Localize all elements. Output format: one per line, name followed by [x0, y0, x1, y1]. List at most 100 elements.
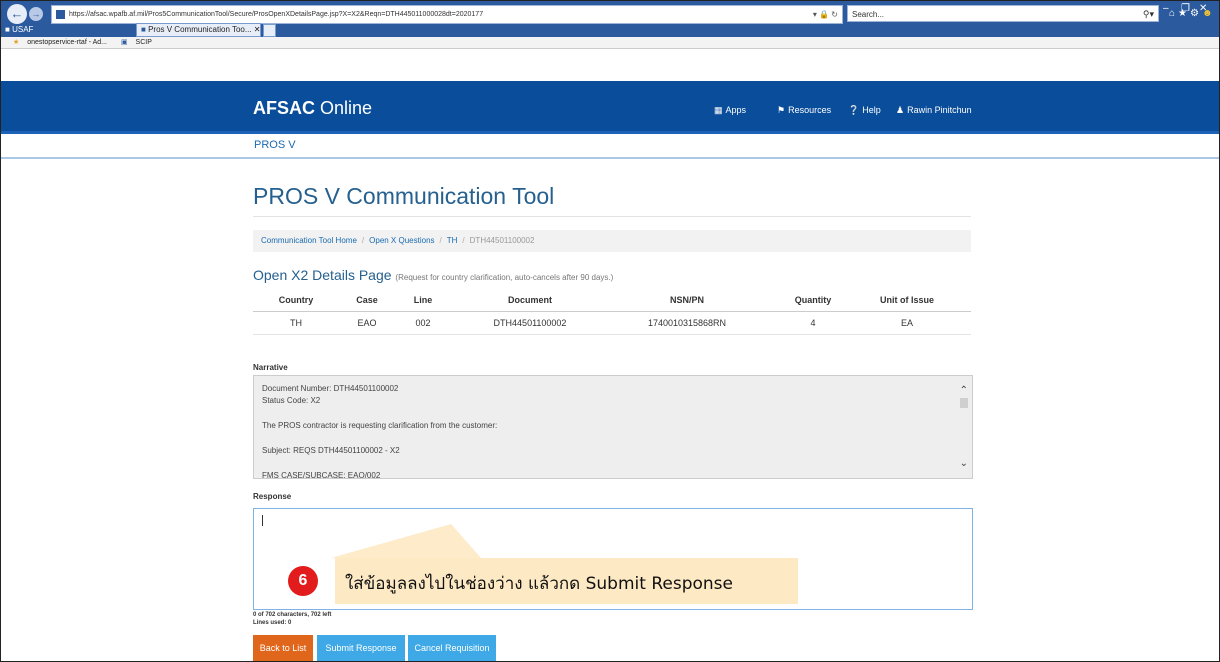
- callout-text: ใส่ข้อมูลลงไปในช่องว่าง แล้วกด Submit Re…: [345, 574, 733, 594]
- cell-nsn: 1740010315868RN: [647, 318, 727, 328]
- col-nsn: NSN/PN: [669, 295, 705, 305]
- cell-document: DTH44501100002: [493, 318, 567, 328]
- lines-used: Lines used: 0: [253, 620, 292, 626]
- cancel-requisition-button[interactable]: Cancel Requisition: [408, 635, 496, 661]
- step-number-badge: 6: [288, 566, 318, 596]
- new-tab-button[interactable]: [263, 24, 276, 37]
- favorite-label: SCIP: [135, 39, 152, 46]
- sub-navigation: [1, 134, 1219, 159]
- scrollbar-thumb[interactable]: [960, 398, 968, 408]
- breadcrumb-country[interactable]: TH: [447, 236, 458, 245]
- breadcrumb-separator: /: [439, 236, 442, 245]
- tab-strip: ■ USAF ■ Pros V Communication Too... ✕: [1, 23, 1219, 37]
- smiley-icon[interactable]: ☻: [1202, 8, 1216, 19]
- scroll-up-icon[interactable]: ⌃: [960, 385, 968, 396]
- section-title-text: Open X2 Details Page: [253, 267, 392, 283]
- favorite-item[interactable]: ★ onestopservice-rtaf - Ad...: [7, 39, 107, 46]
- section-title: Open X2 Details Page (Request for countr…: [253, 267, 613, 283]
- narrative-line: Subject: REQS DTH44501100002 - X2: [262, 446, 400, 455]
- favorite-item[interactable]: ▣ SCIP: [115, 39, 152, 46]
- breadcrumb-home[interactable]: Communication Tool Home: [261, 236, 357, 245]
- cell-unit: EA: [900, 318, 914, 328]
- narrative-line: Status Code: X2: [262, 396, 321, 405]
- favorite-label: onestopservice-rtaf - Ad...: [27, 39, 107, 46]
- narrative-line: FMS CASE/SUBCASE: EAO/002: [262, 471, 381, 479]
- details-table: Country Case Line Document NSN/PN Quanti…: [253, 289, 971, 335]
- scroll-down-icon[interactable]: ⌄: [960, 458, 968, 469]
- address-url: https://afsac.wpafb.af.mil/Pros5Communic…: [69, 11, 484, 18]
- forward-arrow-icon[interactable]: →: [29, 7, 43, 21]
- text-caret: [262, 515, 263, 526]
- nav-apps[interactable]: ▦ Apps: [714, 105, 746, 116]
- col-line: Line: [413, 295, 433, 305]
- tab-label: Pros V Communication Too...: [148, 25, 252, 34]
- app-window: ← → https://afsac.wpafb.af.mil/Pros5Comm…: [0, 0, 1220, 662]
- settings-gear-icon[interactable]: ⚙: [1190, 8, 1202, 19]
- col-country: Country: [278, 295, 314, 305]
- col-document: Document: [507, 295, 553, 305]
- breadcrumb: Communication Tool Home / Open X Questions…: [253, 230, 971, 252]
- submit-response-button[interactable]: Submit Response: [317, 635, 405, 661]
- cell-case: EAO: [357, 318, 377, 328]
- narrative-textarea[interactable]: Document Number: DTH44501100002 Status C…: [253, 375, 973, 479]
- back-to-list-button[interactable]: Back to List: [253, 635, 313, 661]
- favorites-star-icon[interactable]: ★: [1178, 8, 1190, 19]
- nav-help[interactable]: ❔ Help: [848, 105, 881, 116]
- address-tools-icon[interactable]: ▾ 🔒 ↻: [813, 6, 838, 23]
- tab-usaf[interactable]: ■ USAF: [5, 23, 33, 37]
- nav-label: Help: [862, 105, 881, 115]
- narrative-line: The PROS contractor is requesting clarif…: [262, 421, 498, 430]
- home-icon[interactable]: ⌂: [1169, 8, 1178, 19]
- nav-label: Apps: [725, 105, 747, 115]
- breadcrumb-separator: /: [462, 236, 465, 245]
- tab-favicon-icon: ■: [141, 25, 146, 34]
- browser-search-input[interactable]: Search... ⚲▾: [847, 5, 1159, 22]
- grid-icon: ▦: [714, 105, 723, 115]
- cell-quantity: 4: [810, 318, 816, 328]
- cell-line: 002: [415, 318, 431, 328]
- minimize-icon[interactable]: –: [1163, 3, 1169, 14]
- nav-label: Rawin Pinitchun: [907, 105, 972, 115]
- col-quantity: Quantity: [794, 295, 832, 305]
- breadcrumb-separator: /: [361, 236, 365, 245]
- tab-favicon-icon: ■: [5, 25, 10, 34]
- cell-country: TH: [290, 318, 302, 328]
- back-arrow-icon[interactable]: ←: [7, 4, 27, 24]
- tab-label: USAF: [12, 25, 34, 34]
- site-header: [1, 81, 1219, 134]
- col-case: Case: [356, 295, 378, 305]
- favorites-bar: ★ onestopservice-rtaf - Ad... ▣ SCIP: [1, 37, 1219, 49]
- narrative-line: Document Number: DTH44501100002: [262, 384, 399, 393]
- site-brand[interactable]: AFSAC Online: [253, 98, 372, 119]
- col-unit: Unit of Issue: [879, 295, 935, 305]
- brand-rest: Online: [315, 98, 373, 118]
- nav-user[interactable]: ♟ Rawin Pinitchun: [896, 105, 972, 116]
- subnav-pros-v[interactable]: PROS V: [254, 139, 296, 151]
- page-icon: ▣: [120, 39, 128, 46]
- narrative-label: Narrative: [253, 363, 288, 372]
- response-label: Response: [253, 492, 292, 501]
- tab-close-icon[interactable]: ✕: [254, 25, 260, 34]
- character-counter: 0 of 702 characters, 702 left: [253, 612, 332, 618]
- breadcrumb-current: DTH44501100002: [469, 236, 535, 245]
- tab-pros-v[interactable]: ■ Pros V Communication Too... ✕: [136, 23, 261, 37]
- title-divider: [253, 216, 971, 217]
- table-header-row: Country Case Line Document NSN/PN Quanti…: [253, 289, 971, 312]
- callout-pointer: [331, 524, 481, 558]
- search-placeholder: Search...: [852, 10, 885, 19]
- section-note: (Request for country clarification, auto…: [395, 273, 614, 282]
- help-icon: ❔: [848, 105, 860, 115]
- bookmark-icon: ⚑: [777, 105, 786, 115]
- site-favicon-icon: [56, 9, 65, 19]
- browser-toolbar-icons[interactable]: ⌂★⚙☻: [1169, 8, 1216, 19]
- address-bar[interactable]: https://afsac.wpafb.af.mil/Pros5Communic…: [51, 5, 843, 24]
- nav-label: Resources: [788, 105, 832, 115]
- table-row: TH EAO 002 DTH44501100002 1740010315868R…: [253, 312, 971, 335]
- user-icon: ♟: [896, 105, 905, 115]
- brand-bold: AFSAC: [253, 98, 315, 118]
- breadcrumb-open-x[interactable]: Open X Questions: [369, 236, 434, 245]
- search-icon[interactable]: ⚲▾: [1143, 6, 1154, 23]
- favorite-star-icon: ★: [13, 39, 20, 46]
- page-title: PROS V Communication Tool: [253, 183, 555, 209]
- nav-resources[interactable]: ⚑ Resources: [777, 105, 831, 116]
